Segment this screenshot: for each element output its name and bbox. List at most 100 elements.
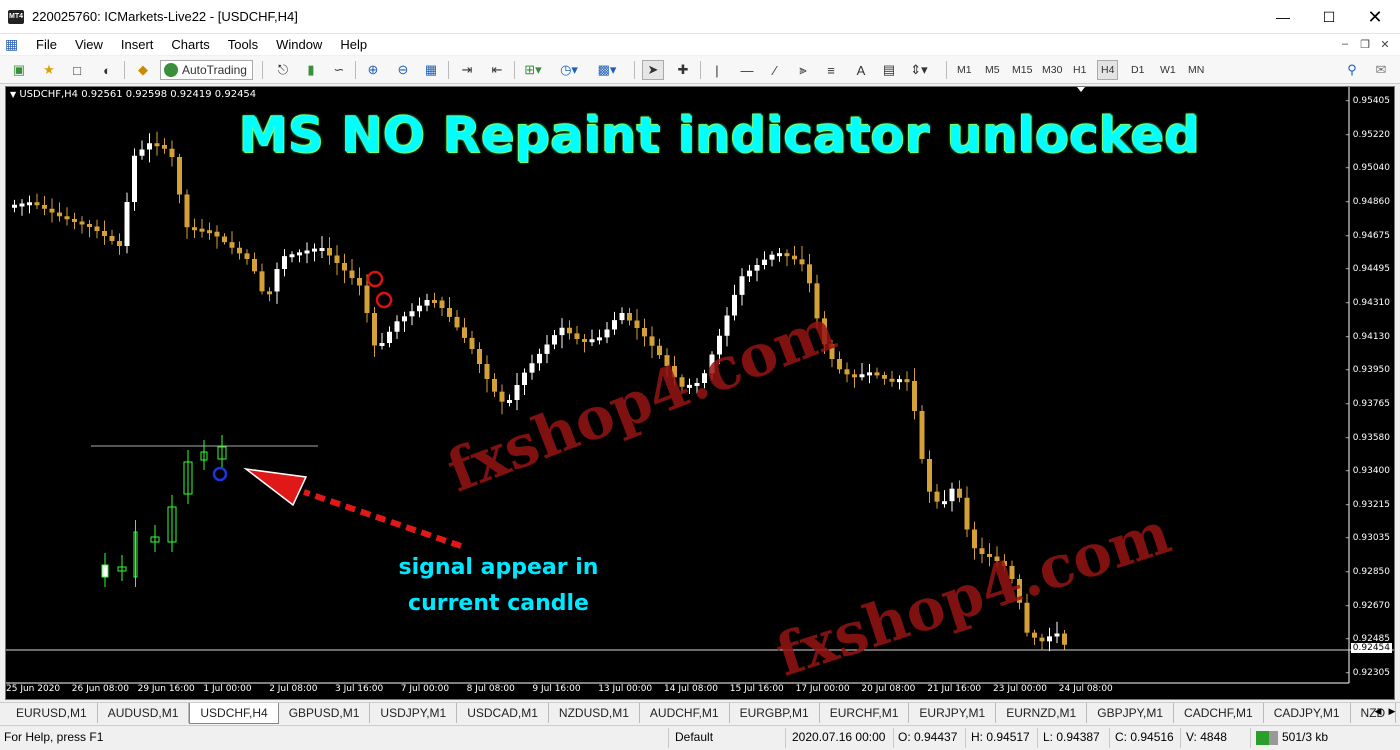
search-icon[interactable]: ⚲: [1341, 60, 1363, 80]
time-tick-label: 7 Jul 00:00: [400, 684, 450, 694]
window-title: 220025760: ICMarkets-Live22 - [USDCHF,H4…: [32, 9, 298, 24]
candle-body: [364, 285, 370, 313]
new-chart-icon[interactable]: ▣: [8, 60, 30, 80]
crosshair-icon[interactable]: ✚: [672, 60, 694, 80]
candle-body: [12, 204, 17, 208]
maximize-icon[interactable]: ☐: [1306, 0, 1352, 34]
price-tick-label: – 0.94860: [1345, 196, 1390, 207]
timeframe-h1[interactable]: H1: [1070, 60, 1089, 80]
strategy-tester-icon[interactable]: ◆: [132, 60, 154, 80]
periods-icon[interactable]: ◷▾: [558, 60, 580, 80]
time-tick-label: 26 Jun 08:00: [71, 684, 129, 694]
autoscroll-icon[interactable]: ⇥: [456, 60, 478, 80]
symbol-tab[interactable]: USDJPY,M1: [370, 703, 458, 723]
line-chart-icon[interactable]: ∽: [328, 60, 350, 80]
symbol-tab[interactable]: NZDUSD,M1: [549, 703, 640, 723]
symbol-tab[interactable]: EURUSD,M1: [6, 703, 98, 723]
candle-body: [312, 248, 317, 252]
price-tick-label: – 0.92305: [1345, 668, 1390, 679]
candle-body: [304, 250, 310, 254]
symbol-tab[interactable]: EURJPY,M1: [909, 703, 997, 723]
symbol-tab[interactable]: CADJPY,M1: [1264, 703, 1351, 723]
timeframe-mn[interactable]: MN: [1185, 60, 1207, 80]
tab-left-icon[interactable]: ◀: [1372, 704, 1384, 718]
candle-body: [424, 300, 430, 306]
minimize-icon[interactable]: —: [1260, 0, 1306, 34]
symbol-tab[interactable]: USDCHF,H4: [189, 703, 279, 724]
candle-body: [417, 305, 422, 312]
signal-arrow-head: [243, 467, 308, 507]
menu-window[interactable]: Window: [267, 37, 331, 52]
symbol-tab[interactable]: USDCAD,M1: [457, 703, 549, 723]
candle-body: [394, 321, 400, 332]
symbol-tabs: EURUSD,M1 AUDUSD,M1 USDCHF,H4 GBPUSD,M1 USDJ…: [0, 702, 1400, 724]
timeframe-d1[interactable]: D1: [1128, 60, 1147, 80]
timeframe-m30[interactable]: M30: [1039, 60, 1065, 80]
symbol-tab[interactable]: EURGBP,M1: [730, 703, 820, 723]
menu-charts[interactable]: Charts: [162, 37, 218, 52]
symbol-tab[interactable]: GBPJPY,M1: [1087, 703, 1175, 723]
symbol-tab[interactable]: CADCHF,M1: [1174, 703, 1264, 723]
mdi-minimize-icon[interactable]: –: [1337, 37, 1353, 51]
candle-body: [94, 226, 100, 231]
cursor-icon[interactable]: ➤: [642, 60, 664, 80]
candle-body: [34, 202, 40, 206]
zoom-out-icon[interactable]: ⊖: [392, 60, 414, 80]
equidistant-channel-icon[interactable]: ⫸: [792, 60, 814, 80]
tab-right-icon[interactable]: ▶: [1386, 704, 1398, 718]
symbol-tab[interactable]: GBPUSD,M1: [279, 703, 371, 723]
text-label-icon[interactable]: ▤: [878, 60, 900, 80]
timeframe-m5[interactable]: M5: [982, 60, 1003, 80]
symbol-tab[interactable]: EURNZD,M1: [996, 703, 1088, 723]
navigator-icon[interactable]: ◐: [96, 60, 118, 80]
document-icon[interactable]: ▦: [5, 36, 27, 53]
separator: [668, 728, 669, 748]
symbol-tab[interactable]: AUDUSD,M1: [98, 703, 190, 723]
trendline-icon[interactable]: ∕: [764, 60, 786, 80]
horizontal-line-icon[interactable]: —: [736, 60, 758, 80]
indicators-icon[interactable]: ⊞▾: [522, 60, 544, 80]
mdi-close-icon[interactable]: ✕: [1377, 37, 1393, 51]
vertical-line-icon[interactable]: |: [706, 60, 728, 80]
status-high: H: 0.94517: [971, 730, 1030, 744]
candlestick-icon[interactable]: ▮: [300, 60, 322, 80]
chart-menu-icon[interactable]: ▼: [10, 90, 16, 99]
mdi-restore-icon[interactable]: ❐: [1357, 37, 1373, 51]
autotrading-button[interactable]: AutoTrading: [160, 60, 253, 80]
timeframe-w1[interactable]: W1: [1157, 60, 1179, 80]
text-icon[interactable]: A: [850, 60, 872, 80]
candle-body: [147, 143, 152, 150]
candle-body: [964, 497, 970, 530]
chart-shift-icon[interactable]: ⇤: [486, 60, 508, 80]
tile-windows-icon[interactable]: ▦: [420, 60, 442, 80]
status-bar: For Help, press F1 Default 2020.07.16 00…: [0, 725, 1400, 750]
close-icon[interactable]: ✕: [1352, 0, 1398, 34]
menu-file[interactable]: File: [27, 37, 66, 52]
fibonacci-icon[interactable]: ≡: [820, 60, 842, 80]
candle-body: [334, 255, 340, 263]
chat-icon[interactable]: ✉: [1370, 60, 1392, 80]
timeframe-m15[interactable]: M15: [1009, 60, 1035, 80]
zoom-in-icon[interactable]: ⊕: [362, 60, 384, 80]
candle-body: [169, 148, 175, 157]
candle-body: [447, 308, 452, 317]
chart-window[interactable]: ▼ USDCHF,H4 0.92561 0.92598 0.92419 0.92…: [5, 86, 1395, 700]
timeframe-h4[interactable]: H4: [1097, 60, 1119, 80]
menu-tools[interactable]: Tools: [219, 37, 267, 52]
bar-chart-icon[interactable]: ⎋: [272, 60, 294, 80]
arrows-icon[interactable]: ⇕▾: [908, 60, 930, 80]
market-watch-icon[interactable]: □: [66, 60, 88, 80]
price-tick-label: – 0.92850: [1345, 567, 1390, 578]
symbol-tab[interactable]: AUDCHF,M1: [640, 703, 730, 723]
candle-body: [177, 157, 182, 195]
menu-insert[interactable]: Insert: [112, 37, 163, 52]
templates-icon[interactable]: ▩▾: [596, 60, 618, 80]
candle-body: [154, 143, 160, 147]
menu-help[interactable]: Help: [331, 37, 376, 52]
profiles-icon[interactable]: ★: [38, 60, 60, 80]
symbol-tab[interactable]: EURCHF,M1: [820, 703, 910, 723]
price-tick-label: – 0.93215: [1345, 499, 1390, 510]
candle-body: [634, 320, 640, 328]
timeframe-m1[interactable]: M1: [954, 60, 975, 80]
menu-view[interactable]: View: [66, 37, 112, 52]
